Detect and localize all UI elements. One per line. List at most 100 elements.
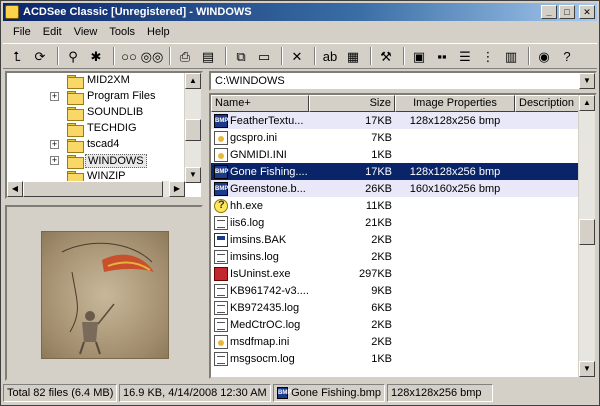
- folder-tree[interactable]: MID2XM + Program Files SOUNDLIB TECHDIG + tsca…: [5, 71, 203, 199]
- tree-item[interactable]: + Program Files: [7, 89, 185, 105]
- menu-help[interactable]: Help: [141, 26, 176, 38]
- rename-button[interactable]: ab: [320, 46, 340, 66]
- file-name: Greenstone.b...: [230, 182, 306, 195]
- delete-button[interactable]: ✕: [287, 46, 307, 66]
- column-description[interactable]: Description: [515, 95, 581, 112]
- view-single-icon: ○○: [121, 48, 137, 64]
- properties-button[interactable]: ▦: [343, 46, 363, 66]
- tree-item[interactable]: MID2XM: [7, 73, 185, 89]
- view-single-button[interactable]: ○○: [119, 46, 139, 66]
- scan-button[interactable]: ▤: [198, 46, 218, 66]
- menu-file[interactable]: File: [7, 26, 37, 38]
- file-row[interactable]: KB972435.log 6KB: [211, 299, 581, 316]
- file-size-cell: 21KB: [365, 216, 392, 229]
- tree-item[interactable]: SOUNDLIB: [7, 105, 185, 121]
- file-size-cell: 11KB: [365, 199, 392, 212]
- scroll-left-arrow-icon[interactable]: ◀: [7, 181, 23, 197]
- file-row[interactable]: MedCtrOC.log 2KB: [211, 316, 581, 333]
- maximize-button[interactable]: □: [559, 5, 575, 19]
- description-cell: [515, 333, 581, 350]
- folder-icon: [67, 139, 84, 153]
- tree-vertical-scrollbar[interactable]: ▲ ▼: [184, 73, 201, 183]
- column-image-properties[interactable]: Image Properties: [395, 95, 515, 112]
- file-row[interactable]: imsins.log 2KB: [211, 248, 581, 265]
- description-cell: [515, 231, 581, 248]
- menu-tools[interactable]: Tools: [103, 26, 141, 38]
- uninst-file-icon: [214, 266, 228, 281]
- tree-button[interactable]: ⋮: [478, 46, 498, 66]
- favorites-button[interactable]: ✱: [86, 46, 106, 66]
- file-row[interactable]: Gone Fishing.... 17KB 128x128x256 bmp: [211, 163, 581, 180]
- description-cell: [515, 248, 581, 265]
- path-combobox[interactable]: C:\WINDOWS ▼: [209, 71, 597, 91]
- tree-scroll-thumb[interactable]: [185, 119, 201, 141]
- expand-icon[interactable]: +: [50, 140, 59, 149]
- description-cell: [515, 265, 581, 282]
- minimize-button[interactable]: _: [541, 5, 557, 19]
- folder-up-button[interactable]: ⮤: [7, 46, 27, 66]
- file-name-cell: msgsocm.log: [211, 350, 309, 367]
- details-button[interactable]: ▥: [501, 46, 521, 66]
- expand-icon[interactable]: +: [50, 156, 59, 165]
- file-name-cell: imsins.BAK: [211, 231, 309, 248]
- copy-button[interactable]: ⧉: [231, 46, 251, 66]
- doc-file-icon: [214, 351, 228, 366]
- list-scroll-down-arrow-icon[interactable]: ▼: [579, 361, 595, 377]
- description-cell: [515, 350, 581, 367]
- file-row[interactable]: msdfmap.ini 2KB: [211, 333, 581, 350]
- find-button[interactable]: ⚲: [63, 46, 83, 66]
- file-row[interactable]: msgsocm.log 1KB: [211, 350, 581, 367]
- file-size-cell: 26KB: [365, 182, 392, 195]
- file-row[interactable]: FeatherTextu... 17KB 128x128x256 bmp: [211, 112, 581, 129]
- file-name: hh.exe: [230, 199, 264, 212]
- list-scroll-up-arrow-icon[interactable]: ▲: [579, 95, 595, 111]
- tree-item[interactable]: + WINDOWS: [7, 153, 185, 169]
- file-name: KB972435.log: [230, 301, 300, 314]
- refresh-button[interactable]: ⟳: [30, 46, 50, 66]
- tree-horizontal-scrollbar[interactable]: ◀ ▶: [7, 181, 185, 197]
- print-button[interactable]: ⎙: [175, 46, 195, 66]
- path-dropdown-arrow-icon[interactable]: ▼: [579, 73, 595, 89]
- file-row[interactable]: IsUninst.exe 297KB: [211, 265, 581, 282]
- file-row[interactable]: Greenstone.b... 26KB 160x160x256 bmp: [211, 180, 581, 197]
- file-size-cell: 7KB: [371, 131, 392, 144]
- bmp-file-icon: [214, 113, 228, 128]
- move-button[interactable]: ▭: [254, 46, 274, 66]
- expand-icon[interactable]: +: [50, 92, 59, 101]
- tree-hscroll-thumb[interactable]: [23, 181, 163, 197]
- file-name: gcspro.ini: [230, 131, 278, 144]
- larges-icon-button[interactable]: ▣: [409, 46, 429, 66]
- scroll-down-arrow-icon[interactable]: ▼: [185, 167, 201, 183]
- file-list[interactable]: Name+ Size Image Properties Description …: [209, 93, 597, 379]
- preview-button[interactable]: ◉: [534, 46, 554, 66]
- column-name[interactable]: Name+: [211, 95, 309, 112]
- title-bar[interactable]: ACDSee Classic [Unregistered] - WINDOWS …: [3, 3, 597, 21]
- folder-icon: [67, 91, 84, 105]
- file-row[interactable]: imsins.BAK 2KB: [211, 231, 581, 248]
- column-size[interactable]: Size: [309, 95, 395, 112]
- file-row[interactable]: gcspro.ini 7KB: [211, 129, 581, 146]
- view-multi-button[interactable]: ◎◎: [141, 46, 164, 66]
- file-row[interactable]: GNMIDI.INI 1KB: [211, 146, 581, 163]
- menu-view[interactable]: View: [68, 26, 104, 38]
- file-row[interactable]: KB961742-v3.... 9KB: [211, 282, 581, 299]
- list-button[interactable]: ☰: [455, 46, 475, 66]
- file-row[interactable]: hh.exe 11KB: [211, 197, 581, 214]
- toolbar-separator: [225, 47, 227, 65]
- help-button[interactable]: ?: [557, 46, 577, 66]
- image-properties-cell: [395, 316, 515, 333]
- tree-item[interactable]: + tscad4: [7, 137, 185, 153]
- scroll-up-arrow-icon[interactable]: ▲: [185, 73, 201, 89]
- list-scroll-thumb[interactable]: [579, 219, 595, 245]
- scroll-right-arrow-icon[interactable]: ▶: [169, 181, 185, 197]
- file-name-cell: msdfmap.ini: [211, 333, 309, 350]
- menu-edit[interactable]: Edit: [37, 26, 68, 38]
- list-vertical-scrollbar[interactable]: ▲ ▼: [578, 95, 595, 377]
- smalls-icon-button[interactable]: ▪▪: [432, 46, 452, 66]
- folder-up-icon: ⮤: [13, 48, 21, 64]
- tools-button[interactable]: ⚒: [376, 46, 396, 66]
- file-row[interactable]: iis6.log 21KB: [211, 214, 581, 231]
- app-icon[interactable]: [5, 5, 19, 19]
- tree-item[interactable]: TECHDIG: [7, 121, 185, 137]
- close-button[interactable]: ✕: [579, 5, 595, 19]
